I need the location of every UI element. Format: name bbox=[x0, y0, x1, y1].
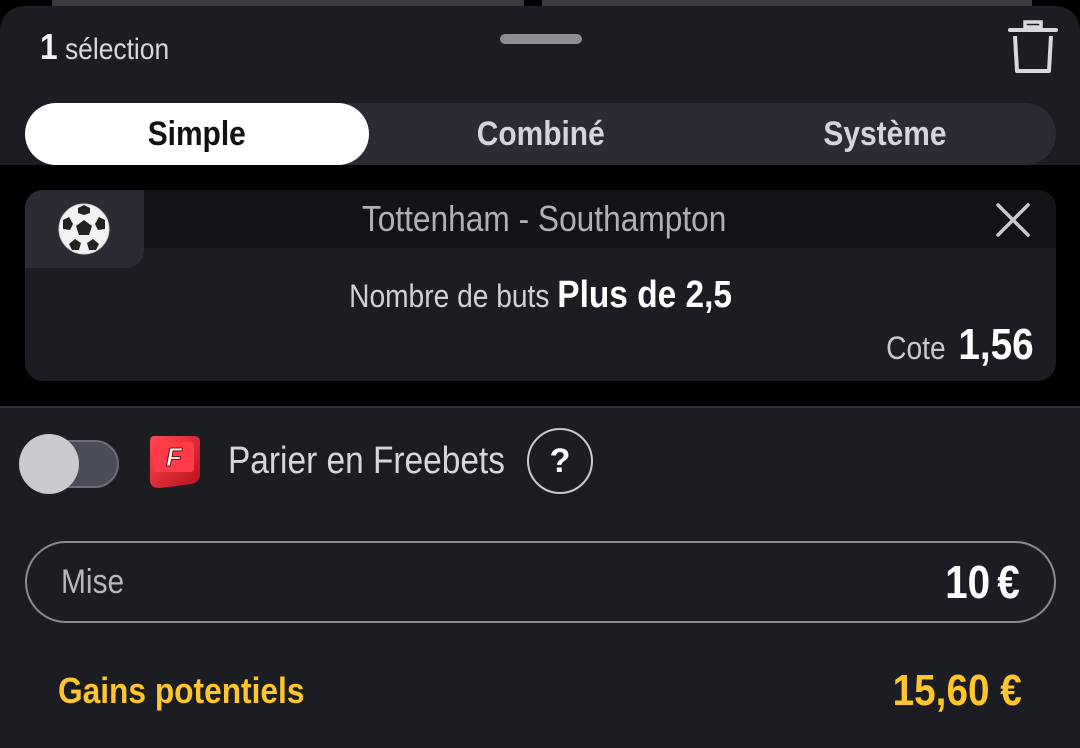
freebet-label: Parier en Freebets bbox=[228, 440, 505, 482]
market-line: Nombre de buts Plus de 2,5 bbox=[25, 274, 1056, 317]
help-button[interactable]: ? bbox=[527, 428, 593, 494]
bet-selection-card: Tottenham - Southampton Nombre de buts P… bbox=[25, 190, 1056, 381]
close-icon[interactable] bbox=[995, 202, 1031, 238]
odds-value: 1,56 bbox=[958, 320, 1034, 369]
drag-handle[interactable] bbox=[500, 34, 582, 44]
freebet-toggle[interactable] bbox=[19, 434, 120, 494]
soccer-ball-icon bbox=[58, 203, 110, 255]
selection-count-label: sélection bbox=[64, 33, 170, 66]
match-name: Tottenham - Southampton bbox=[361, 198, 727, 239]
sport-badge bbox=[25, 190, 144, 268]
selection-count-number: 1 bbox=[40, 26, 58, 67]
selection-count: 1 sélection bbox=[40, 26, 169, 68]
market-name: Nombre de buts bbox=[349, 278, 550, 314]
market-selection: Plus de 2,5 bbox=[557, 274, 732, 316]
trash-icon[interactable] bbox=[1007, 18, 1059, 74]
stake-panel: F Parier en Freebets ? Mise 10 € Gains po… bbox=[0, 406, 1080, 748]
bet-slip-header: 1 sélection Simple Combiné Système bbox=[0, 6, 1080, 165]
stake-value: 10 € bbox=[945, 555, 1020, 609]
bet-type-tabs: Simple Combiné Système bbox=[25, 103, 1056, 165]
odds: Cote 1,56 bbox=[886, 320, 1034, 370]
tab-simple[interactable]: Simple bbox=[25, 103, 369, 165]
potential-gains-label: Gains potentiels bbox=[58, 670, 305, 711]
tab-combine[interactable]: Combiné bbox=[369, 103, 713, 165]
stake-amount: 10 bbox=[945, 556, 991, 608]
stake-label: Mise bbox=[61, 563, 125, 601]
potential-gains-value: 15,60 € bbox=[892, 666, 1022, 715]
stake-currency: € bbox=[997, 556, 1020, 608]
stake-input[interactable]: Mise 10 € bbox=[25, 541, 1056, 623]
freebet-logo-icon: F bbox=[150, 436, 200, 488]
odds-label: Cote bbox=[886, 330, 946, 366]
svg-text:F: F bbox=[166, 442, 183, 472]
tab-systeme[interactable]: Système bbox=[713, 103, 1056, 165]
toggle-knob bbox=[19, 434, 79, 494]
